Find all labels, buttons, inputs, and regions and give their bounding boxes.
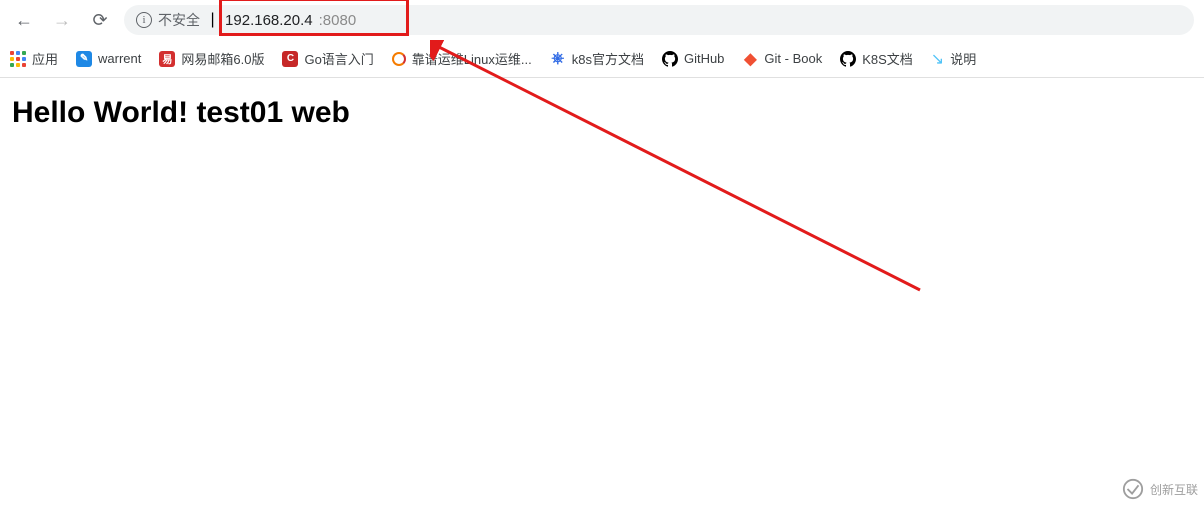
- bookmark-label: Go语言入门: [304, 49, 373, 68]
- watermark-text: 创新互联: [1150, 481, 1198, 498]
- bookmark-label: 说明: [950, 49, 976, 68]
- apps-button[interactable]: 应用: [10, 49, 58, 68]
- url-port: :8080: [319, 12, 357, 29]
- bookmark-github[interactable]: GitHub: [662, 51, 724, 67]
- bookmark-icon: [392, 52, 406, 66]
- watermark-icon: [1122, 478, 1144, 500]
- bookmark-label: 网易邮箱6.0版: [181, 49, 264, 68]
- github-icon: [662, 51, 678, 67]
- bookmarks-bar: 应用 ✎ warrent 易 网易邮箱6.0版 C Go语言入门 靠谱运维Lin…: [0, 40, 1204, 78]
- page-heading: Hello World! test01 web: [12, 96, 1192, 130]
- address-bar[interactable]: i 不安全 | 192.168.20.4:8080: [124, 5, 1194, 35]
- bookmark-go-lang[interactable]: C Go语言入门: [282, 49, 373, 68]
- page-content: Hello World! test01 web: [0, 78, 1204, 148]
- bookmark-label: warrent: [98, 51, 141, 66]
- nav-back-button[interactable]: ←: [10, 10, 38, 31]
- bookmark-label: 靠谱运维Linux运维...: [412, 49, 532, 68]
- bookmark-linux-ops[interactable]: 靠谱运维Linux运维...: [392, 49, 532, 68]
- watermark: 创新互联: [1122, 478, 1198, 500]
- browser-toolbar: ← → ⟳ i 不安全 | 192.168.20.4:8080: [0, 0, 1204, 40]
- nav-forward-button[interactable]: →: [48, 10, 76, 31]
- bookmark-icon: 易: [159, 51, 175, 67]
- bookmark-icon: ↘: [931, 49, 944, 69]
- bookmark-k8s-docs[interactable]: ⎈ k8s官方文档: [550, 49, 644, 68]
- bookmark-icon: ✎: [76, 51, 92, 67]
- bookmark-label: k8s官方文档: [572, 49, 644, 68]
- security-label: 不安全: [158, 10, 200, 30]
- bookmark-git-book[interactable]: ◆ Git - Book: [742, 51, 822, 67]
- github-icon: [840, 51, 856, 67]
- bookmark-label: K8S文档: [862, 49, 913, 68]
- bookmark-k8s-docs-2[interactable]: K8S文档: [840, 49, 913, 68]
- url-host: 192.168.20.4: [225, 12, 313, 29]
- apps-icon: [10, 51, 26, 67]
- bookmark-help[interactable]: ↘ 说明: [931, 49, 976, 69]
- site-info-icon[interactable]: i: [136, 12, 152, 28]
- bookmark-netease-mail[interactable]: 易 网易邮箱6.0版: [159, 49, 264, 68]
- bookmark-icon: C: [282, 51, 298, 67]
- bookmark-label: Git - Book: [764, 51, 822, 66]
- bookmark-warrent[interactable]: ✎ warrent: [76, 51, 141, 67]
- apps-label: 应用: [32, 49, 58, 68]
- git-icon: ◆: [742, 51, 758, 67]
- bookmark-label: GitHub: [684, 51, 724, 66]
- kubernetes-icon: ⎈: [550, 51, 566, 67]
- reload-button[interactable]: ⟳: [86, 10, 114, 31]
